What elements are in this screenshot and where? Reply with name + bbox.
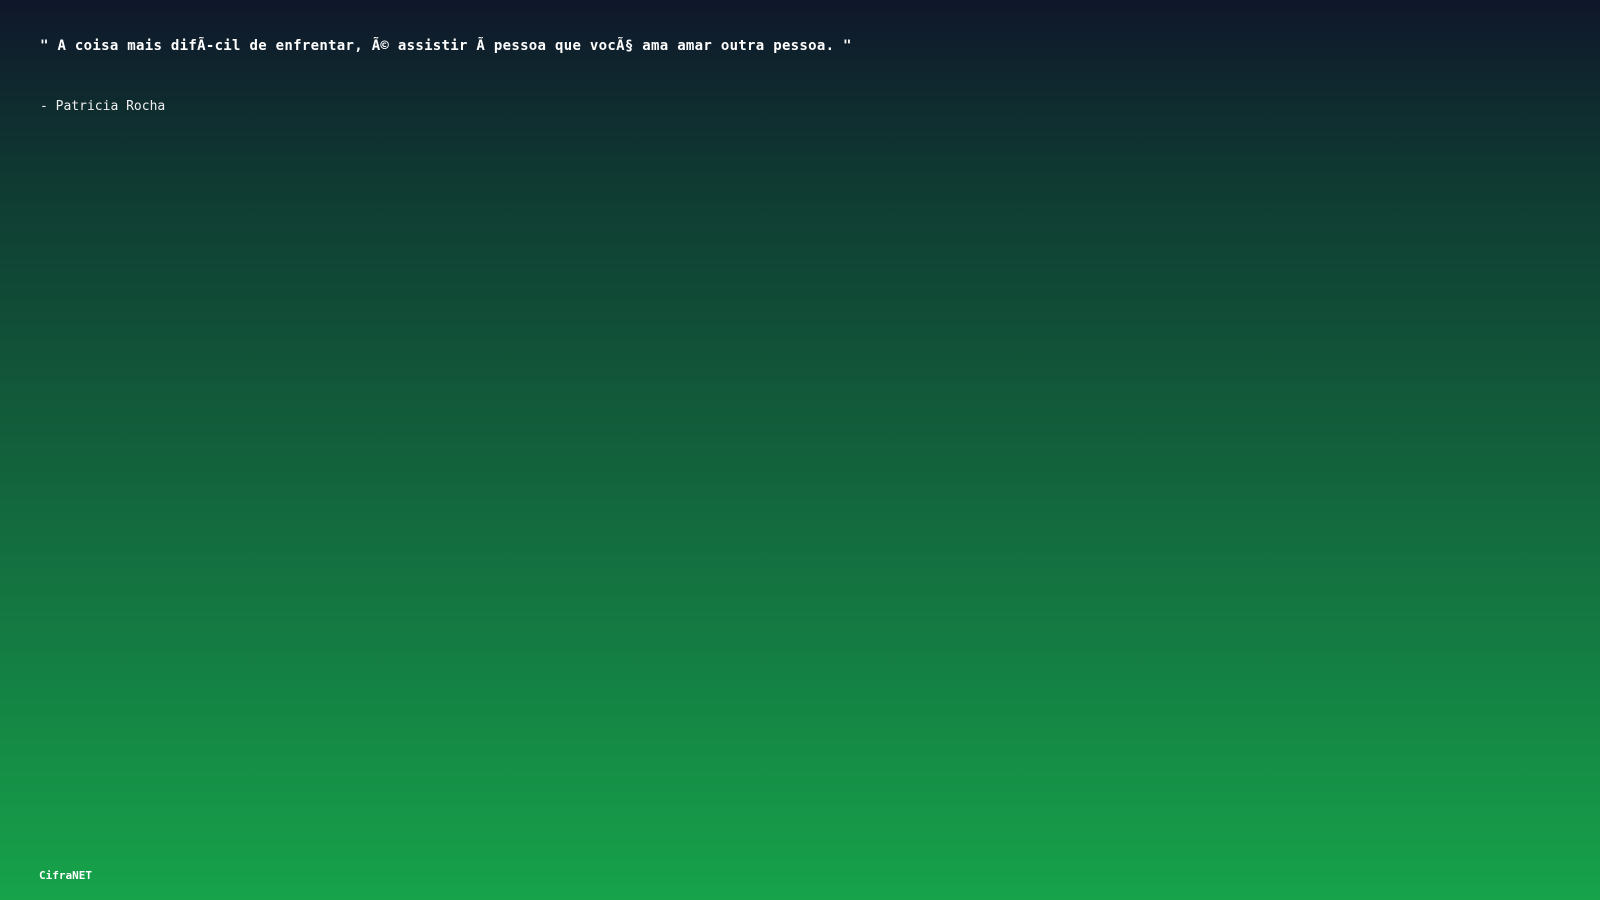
brand-label: CifraNET [39,869,92,882]
quote-author: - Patricia Rocha [40,99,166,114]
quote-text: " A coisa mais difÃ-cil de enfrentar, Ã©… [40,38,852,54]
